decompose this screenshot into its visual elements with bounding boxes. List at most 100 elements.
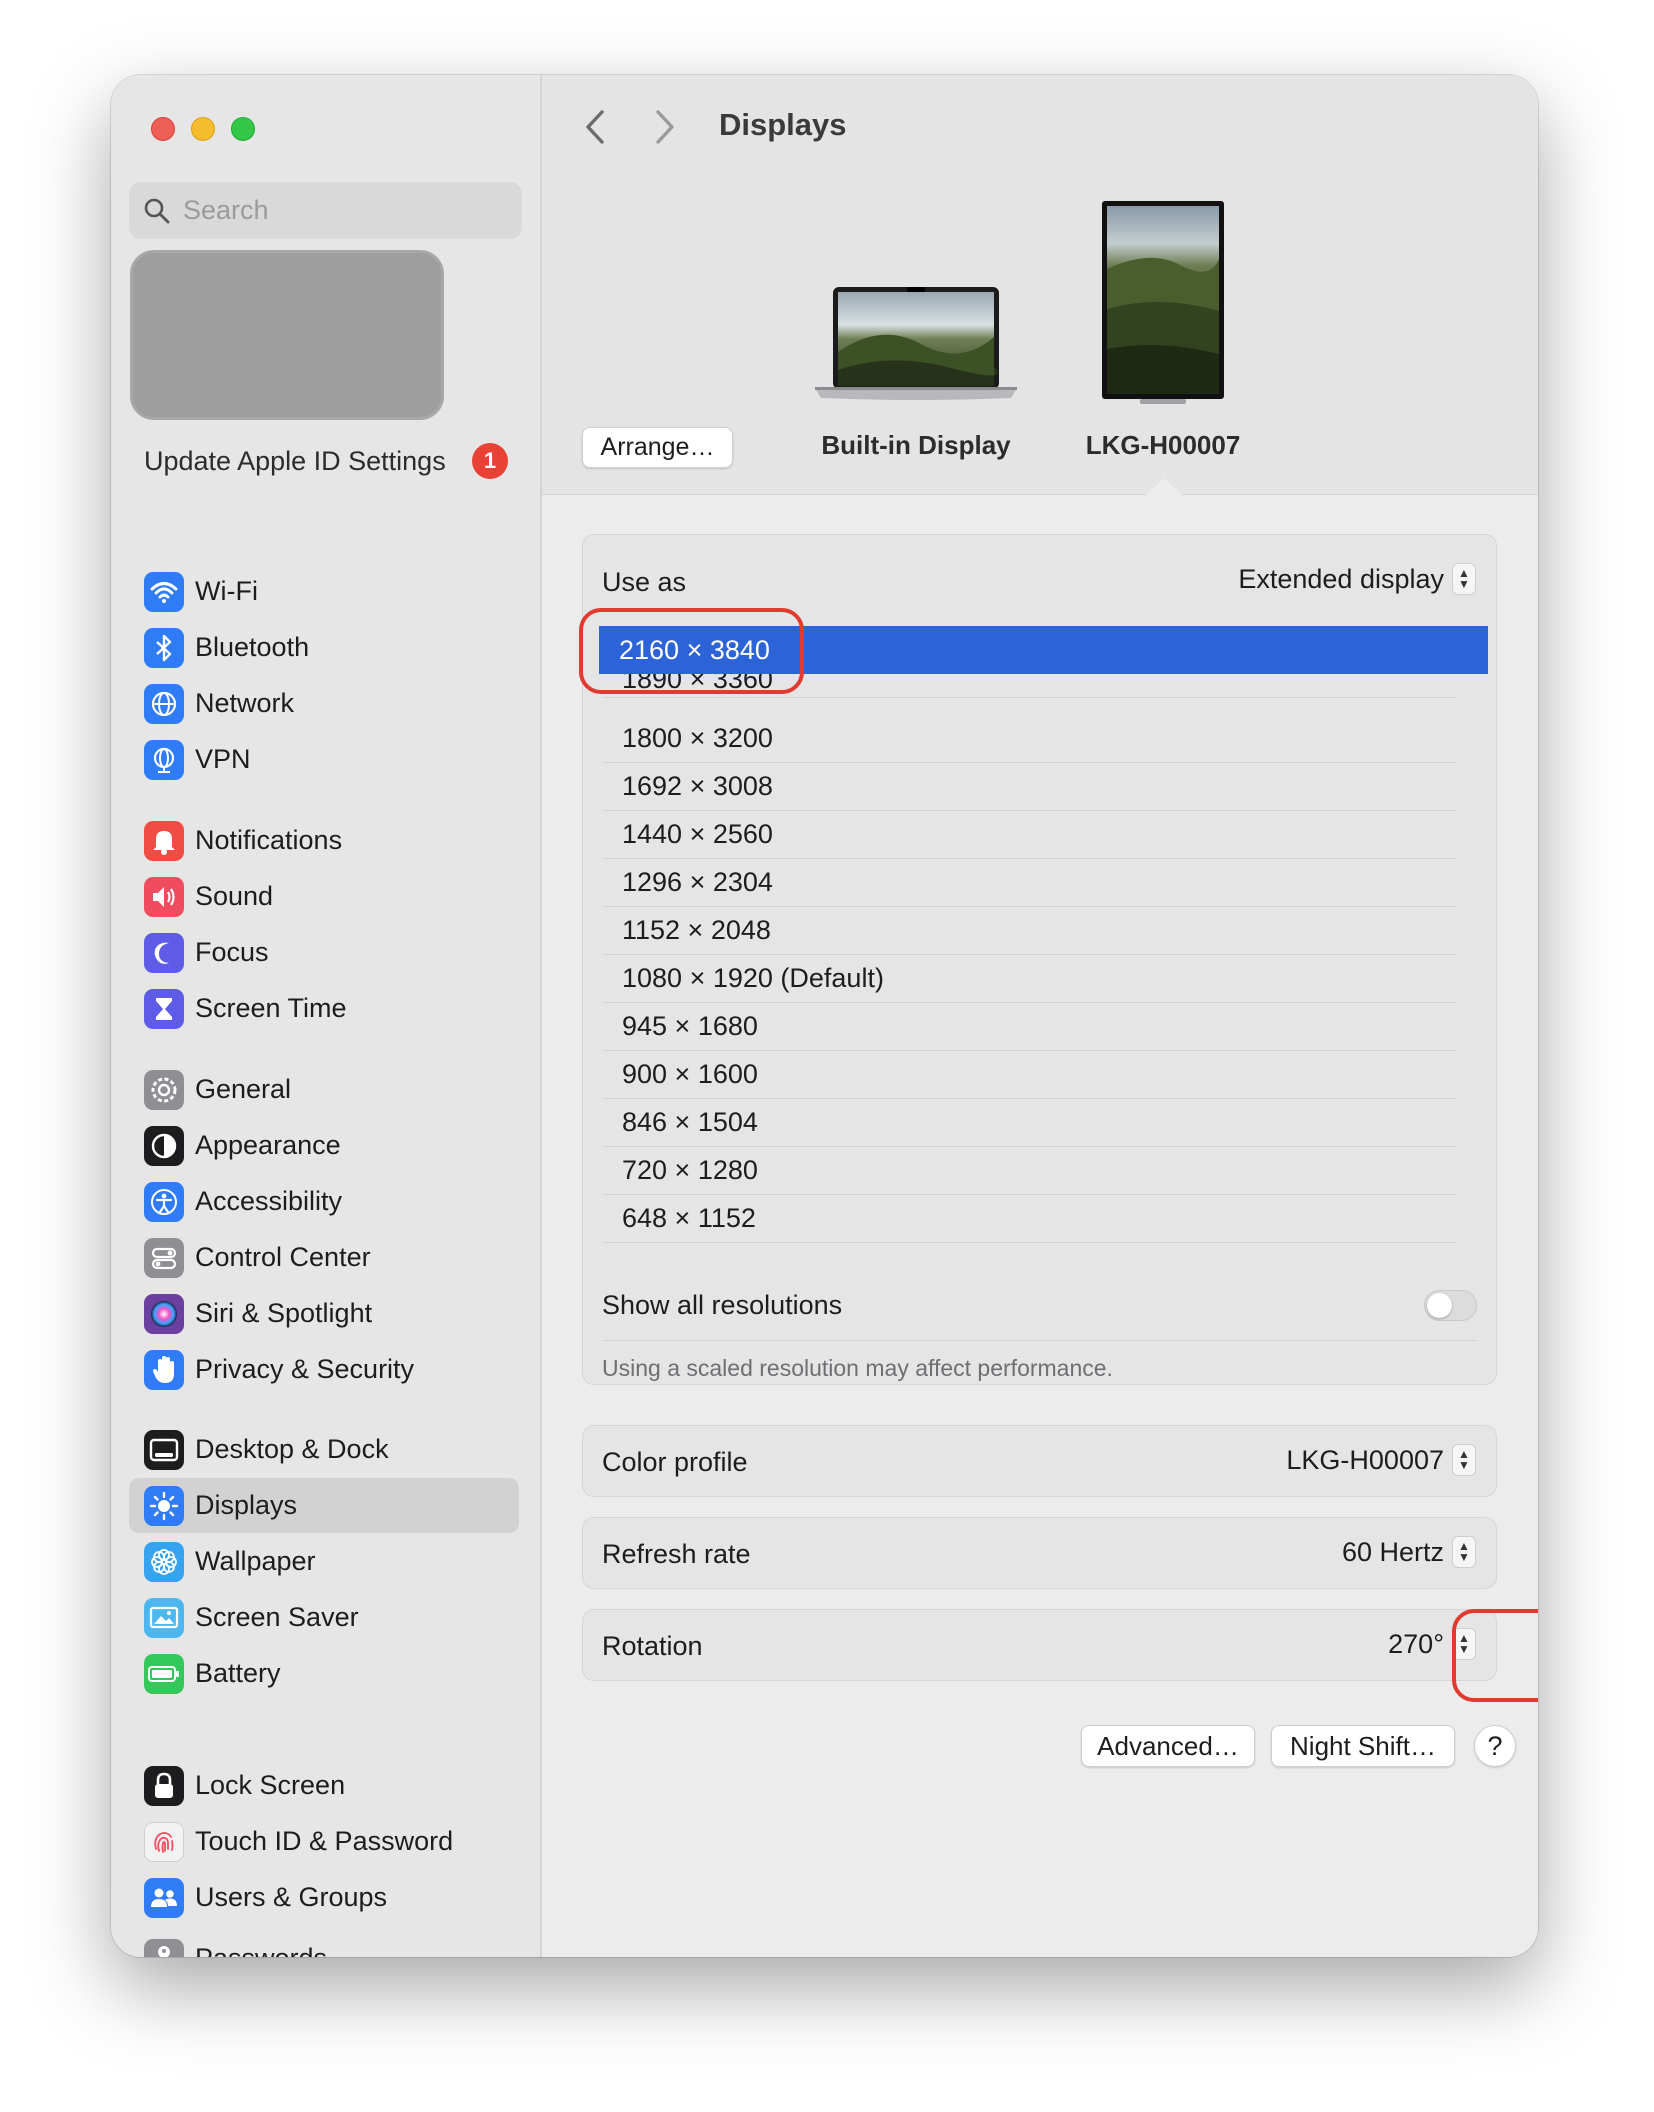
resolution-label: 1152 × 2048 [622,915,771,945]
flower-icon [144,1541,184,1582]
sidebar-item-label: Screen Time [195,993,347,1023]
resolution-label: 1440 × 2560 [622,819,773,849]
sidebar-item-screen-saver[interactable]: Screen Saver [129,1590,519,1645]
search-input[interactable] [183,195,483,226]
sidebar-item-label: Lock Screen [195,1770,346,1800]
sidebar-item-label: Bluetooth [195,632,310,662]
sidebar-item-users-groups[interactable]: Users & Groups [129,1870,519,1925]
sidebar-item-label: Siri & Spotlight [195,1298,373,1328]
sidebar-item-lock-screen[interactable]: Lock Screen [129,1758,519,1813]
resolution-label: 900 × 1600 [622,1059,758,1089]
color-profile-popup[interactable]: LKG-H00007 ▲ ▼ [1286,1444,1476,1476]
refresh-rate-popup[interactable]: 60 Hertz ▲ ▼ [1342,1536,1476,1568]
sidebar-item-label: Screen Saver [195,1602,359,1632]
color-profile-card: Color profile LKG-H00007 ▲ ▼ [582,1425,1497,1497]
screen-saver-icon [144,1597,184,1638]
external-display-label[interactable]: LKG-H00007 [988,430,1338,461]
sidebar-item-accessibility[interactable]: Accessibility [129,1174,519,1229]
hand-icon [144,1349,184,1390]
back-chevron-icon[interactable] [584,109,606,155]
sidebar-item-label: Network [195,688,295,718]
external-display-thumbnail[interactable] [1100,199,1226,405]
resolution-label: 1080 × 1920 (Default) [622,963,884,993]
resolution-option[interactable]: 945 × 1680 [602,1003,1456,1051]
resolution-option[interactable]: 900 × 1600 [602,1051,1456,1099]
resolution-option[interactable]: 648 × 1152 [602,1195,1456,1243]
key-icon [144,1938,184,1957]
sidebar-item-label: Sound [195,881,274,911]
show-all-resolutions-toggle[interactable] [1424,1290,1477,1321]
page-title: Displays [719,107,847,142]
advanced-button[interactable]: Advanced… [1081,1725,1255,1767]
sidebar-item-appearance[interactable]: Appearance [129,1118,519,1173]
portrait-monitor-icon [1102,201,1224,404]
hourglass-icon [144,988,184,1029]
sidebar-item-sound[interactable]: Sound [129,869,519,924]
vpn-globe-icon [144,739,184,780]
sidebar: Update Apple ID Settings 1 Wi-Fi Bluetoot… [111,75,542,1957]
apple-id-label: Update Apple ID Settings [144,445,446,476]
sidebar-item-privacy-security[interactable]: Privacy & Security [129,1342,519,1397]
popup-arrows-icon: ▲ ▼ [1452,1628,1476,1660]
close-button[interactable] [151,117,175,141]
moon-icon [144,932,184,973]
resolution-option[interactable]: 846 × 1504 [602,1099,1456,1147]
sidebar-item-control-center[interactable]: Control Center [129,1230,519,1285]
use-as-popup[interactable]: Extended display ▲ ▼ [1238,563,1476,595]
sidebar-item-general[interactable]: General [129,1062,519,1117]
sidebar-item-notifications[interactable]: Notifications [129,813,519,868]
resolution-option[interactable]: 1440 × 2560 [602,811,1456,859]
search-field[interactable] [129,182,522,239]
sidebar-item-network[interactable]: Network [129,676,519,731]
apple-id-settings-item[interactable]: Update Apple ID Settings 1 [144,439,524,483]
resolution-option[interactable]: 1080 × 1920 (Default) [602,955,1456,1003]
dock-icon [144,1429,184,1470]
sidebar-item-battery[interactable]: Battery [129,1646,519,1701]
sidebar-item-wallpaper[interactable]: Wallpaper [129,1534,519,1589]
control-center-icon [144,1237,184,1278]
built-in-display-thumbnail[interactable] [811,282,1021,402]
help-button[interactable]: ? [1474,1725,1516,1767]
color-profile-value: LKG-H00007 [1286,1444,1444,1475]
sidebar-item-bluetooth[interactable]: Bluetooth [129,620,519,675]
displays-pane: Displays Built-in Display LKG-H00007 Arr… [542,75,1538,1957]
sidebar-item-label: Displays [195,1490,298,1520]
sidebar-item-label: Wi-Fi [195,576,258,606]
globe-icon [144,683,184,724]
forward-chevron-icon[interactable] [654,109,676,155]
resolution-option[interactable]: 1152 × 2048 [602,907,1456,955]
night-shift-button[interactable]: Night Shift… [1271,1725,1455,1767]
sidebar-item-vpn[interactable]: VPN [129,732,519,787]
arrange-button[interactable]: Arrange… [582,427,733,468]
minimize-button[interactable] [191,117,215,141]
resolution-option[interactable]: 2160 × 3840 [599,626,1488,674]
resolution-label: 720 × 1280 [622,1155,758,1185]
resolution-option[interactable]: 1692 × 3008 [602,763,1456,811]
sidebar-item-label: Control Center [195,1242,371,1272]
resolution-label: 2160 × 3840 [619,634,770,665]
sidebar-item-label: Battery [195,1658,281,1688]
sidebar-item-touch-id-password[interactable]: Touch ID & Password [129,1814,519,1869]
avatar[interactable] [130,250,444,420]
sidebar-item-desktop-dock[interactable]: Desktop & Dock [129,1422,519,1477]
bluetooth-icon [144,627,184,668]
sidebar-item-label: Users & Groups [195,1882,388,1912]
resolution-label: 846 × 1504 [622,1107,758,1137]
bell-icon [144,820,184,861]
sidebar-item-wi-fi[interactable]: Wi-Fi [129,564,519,619]
selected-display-caret [1146,478,1182,495]
sidebar-item-focus[interactable]: Focus [129,925,519,980]
lock-icon [144,1765,184,1806]
zoom-button[interactable] [231,117,255,141]
notification-badge: 1 [472,443,508,479]
rotation-popup[interactable]: 270° ▲ ▼ [1388,1628,1476,1660]
resolution-option[interactable]: 1800 × 3200 [602,715,1456,763]
resolution-option[interactable]: 1296 × 2304 [602,859,1456,907]
resolution-option[interactable]: 720 × 1280 [602,1147,1456,1195]
sidebar-item-passwords[interactable]: Passwords [129,1931,519,1957]
sidebar-item-screen-time[interactable]: Screen Time [129,981,519,1036]
battery-icon [144,1653,184,1694]
sidebar-item-displays[interactable]: Displays [129,1478,519,1533]
sidebar-item-siri-spotlight[interactable]: Siri & Spotlight [129,1286,519,1341]
display-arrangement-header: Displays Built-in Display LKG-H00007 Arr… [542,75,1538,495]
